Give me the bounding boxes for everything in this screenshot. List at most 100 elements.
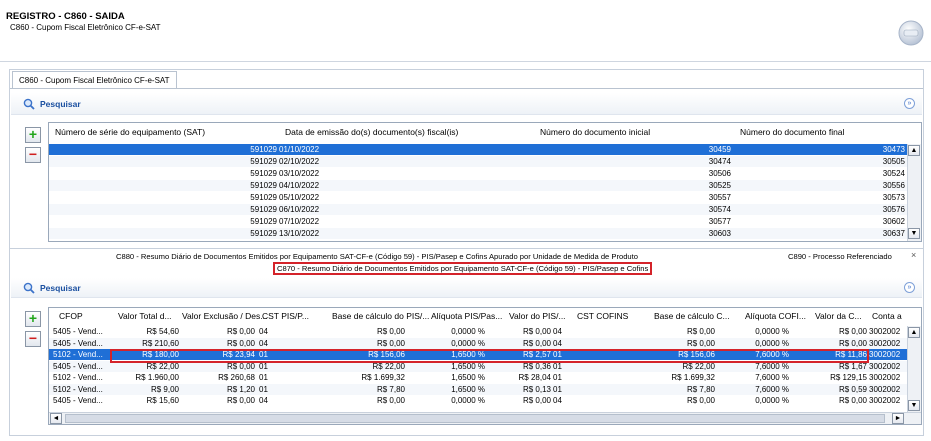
search-icon: [23, 282, 35, 294]
column-header[interactable]: Base de cálculo C...: [654, 311, 730, 321]
table-cell: R$ 11,86: [835, 350, 867, 359]
search-label: Pesquisar: [40, 99, 81, 109]
column-header[interactable]: Valor Exclusão / Des...: [182, 311, 267, 321]
table-cell: 03/10/2022: [279, 169, 320, 178]
table-cell: 5405 - Vend...: [53, 327, 103, 336]
column-header[interactable]: Valor Total d...: [118, 311, 172, 321]
search-icon: [23, 98, 35, 110]
table-cell: 30603: [708, 229, 731, 238]
table-cell: R$ 0,00: [838, 338, 867, 348]
column-header[interactable]: Valor da C...: [815, 311, 862, 321]
table-cell: 04/10/2022: [279, 181, 320, 190]
table-cell: 01: [259, 384, 268, 394]
table-row[interactable]: 591029 04/10/2022 30525 30556: [49, 180, 907, 191]
table-cell: 01/10/2022: [279, 145, 320, 154]
table-cell: 30557: [708, 193, 731, 202]
column-header[interactable]: CST PIS/P...: [262, 311, 309, 321]
column-header[interactable]: CFOP: [59, 311, 83, 321]
column-header[interactable]: Alíquota PIS/Pas...: [431, 311, 502, 321]
table-cell: 1,6500 %: [451, 373, 485, 382]
horizontal-scrollbar[interactable]: ◄ ►: [49, 412, 921, 424]
table-row[interactable]: 591029 03/10/2022 30506 30524: [49, 168, 907, 179]
scroll-left-icon[interactable]: ◄: [50, 413, 62, 424]
table-cell: 591029: [250, 157, 277, 166]
remove-button[interactable]: −: [25, 147, 41, 163]
table-cell: R$ 0,00: [838, 396, 867, 405]
table-row[interactable]: 591029 13/10/2022 30603 30637: [49, 228, 907, 239]
table-row[interactable]: 5405 - Vend... R$ 22,00 R$ 0,00 01 R$ 22,00 1…: [49, 360, 907, 372]
table-row[interactable]: 5405 - Vend... R$ 54,60 R$ 0,00 04 R$ 0,00 0,…: [49, 326, 907, 337]
column-header-serie[interactable]: Número de série do equipamento (SAT): [55, 127, 205, 137]
table-cell: R$ 1.960,00: [135, 373, 179, 382]
table-row[interactable]: 591029 02/10/2022 30474 30505: [49, 156, 907, 167]
table-cell: R$ 15,60: [146, 396, 179, 405]
column-header[interactable]: Valor do PIS/...: [509, 311, 566, 321]
table-cell: 01: [553, 350, 562, 359]
scroll-thumb[interactable]: [65, 414, 885, 423]
table-cell: 04: [553, 327, 562, 336]
table-row[interactable]: 591029 01/10/2022 30459 30473: [49, 144, 907, 155]
column-header-doc-inicial[interactable]: Número do documento inicial: [540, 127, 650, 137]
table-row[interactable]: 5102 - Vend... R$ 9,00 R$ 1,20 01 R$ 7,80 1,6…: [49, 383, 907, 395]
table-cell: 30473: [882, 145, 905, 154]
table-cell: 1,6500 %: [451, 384, 485, 394]
add-button[interactable]: +: [25, 127, 41, 143]
table-cell: R$ 0,00: [226, 396, 255, 405]
table-cell: R$ 156,06: [368, 350, 405, 359]
table-cell: 01: [259, 373, 268, 382]
collapse-icon[interactable]: »: [904, 98, 915, 109]
table-cell: 30602: [882, 217, 905, 226]
table-cell: 30574: [708, 205, 731, 214]
table-row[interactable]: 5405 - Vend... R$ 210,60 R$ 0,00 04 R$ 0,00 0…: [49, 337, 907, 349]
vertical-scrollbar[interactable]: ▲ ▼: [907, 326, 921, 413]
table-cell: 591029: [250, 169, 277, 178]
search-bar-top[interactable]: Pesquisar »: [11, 93, 922, 115]
table-row[interactable]: 591029 07/10/2022 30577 30602: [49, 216, 907, 227]
table-cell: R$ 0,00: [376, 338, 405, 348]
column-header[interactable]: CST COFINS: [577, 311, 628, 321]
column-header-doc-final[interactable]: Número do documento final: [740, 127, 844, 137]
scroll-up-icon[interactable]: ▲: [908, 145, 920, 156]
table-row[interactable]: 5102 - Vend... R$ 1.960,00 R$ 260,68 01 R$ 1…: [49, 372, 907, 383]
table-row[interactable]: 5102 - Vend... R$ 180,00 R$ 23,94 01 R$ 156,…: [49, 349, 907, 360]
table-cell: R$ 0,59: [838, 384, 867, 394]
page-title: REGISTRO - C860 - SAIDA: [6, 11, 125, 22]
table-row[interactable]: 5405 - Vend... R$ 15,60 R$ 0,00 04 R$ 0,00 0,…: [49, 395, 907, 406]
table-cell: R$ 22,00: [682, 361, 715, 371]
tab-c860[interactable]: C860 - Cupom Fiscal Eletrônico CF-e-SAT: [12, 71, 177, 89]
table-cell: 1,6500 %: [451, 350, 485, 359]
table-cell: 0,0000 %: [755, 338, 789, 348]
collapse-icon[interactable]: »: [904, 282, 915, 293]
column-header[interactable]: Alíquota COFI...: [745, 311, 806, 321]
vertical-scrollbar[interactable]: ▲ ▼: [907, 144, 921, 241]
table-cell: 7,6000 %: [755, 384, 789, 394]
table-cell: 3002002: [869, 350, 901, 359]
close-icon[interactable]: ×: [911, 250, 916, 260]
tab-c880[interactable]: C880 - Resumo Diário de Documentos Emiti…: [116, 252, 638, 261]
scroll-up-icon[interactable]: ▲: [908, 327, 920, 338]
add-button[interactable]: +: [25, 311, 41, 327]
scroll-down-icon[interactable]: ▼: [908, 228, 920, 239]
scroll-right-icon[interactable]: ►: [892, 413, 904, 424]
table-cell: 0,0000 %: [451, 396, 485, 405]
app-logo-icon: [898, 20, 924, 46]
remove-button[interactable]: −: [25, 331, 41, 347]
table-cell: R$ 0,00: [522, 396, 551, 405]
table-cell: R$ 0,36: [522, 361, 551, 371]
tab-c870[interactable]: C870 - Resumo Diário de Documentos Emiti…: [273, 262, 653, 275]
grid-sat-equipment: Número de série do equipamento (SAT) Dat…: [48, 122, 922, 242]
detail-tabbar: C880 - Resumo Diário de Documentos Emiti…: [10, 248, 923, 276]
table-cell: 3002002: [869, 361, 901, 371]
table-row[interactable]: 591029 06/10/2022 30574 30576: [49, 204, 907, 215]
search-bar-bottom[interactable]: Pesquisar »: [11, 278, 922, 298]
table-cell: 1,6500 %: [451, 361, 485, 371]
table-row[interactable]: 591029 05/10/2022 30557 30573: [49, 192, 907, 203]
scroll-down-icon[interactable]: ▼: [908, 400, 920, 411]
table-cell: R$ 22,00: [372, 361, 405, 371]
column-header-data-emissao[interactable]: Data de emissão do(s) documento(s) fisca…: [285, 127, 458, 137]
column-header[interactable]: Base de cálculo do PIS/...: [332, 311, 429, 321]
tab-c890[interactable]: C890 - Processo Referenciado: [788, 252, 892, 261]
table-cell: 30573: [882, 193, 905, 202]
column-header[interactable]: Conta a: [872, 311, 902, 321]
tab-divider: [10, 88, 923, 89]
